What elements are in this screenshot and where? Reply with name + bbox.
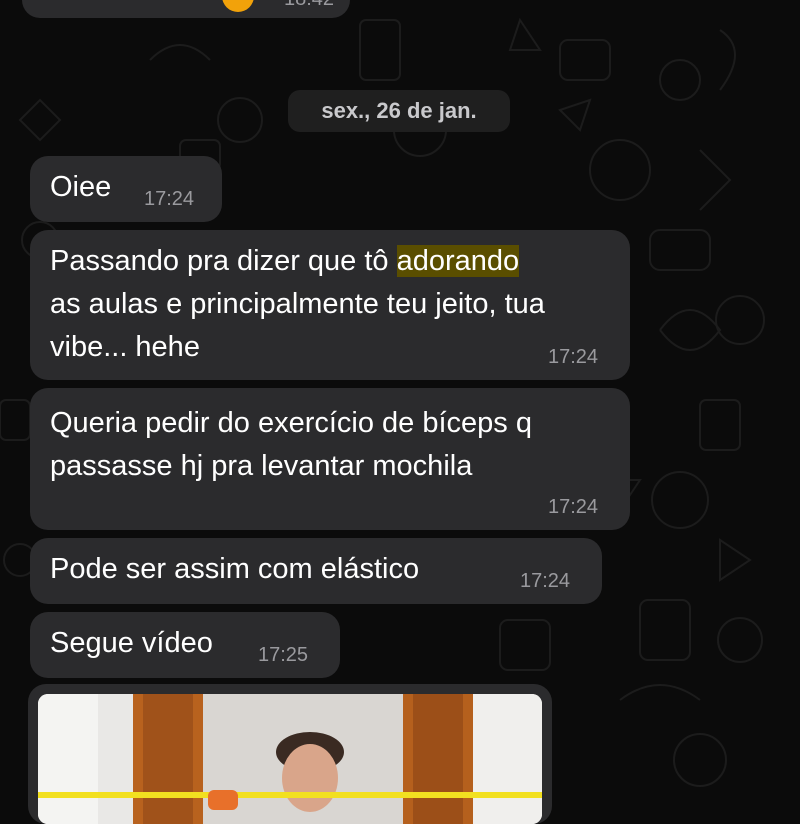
message-text: Passando pra dizer que tô adorando <box>50 240 520 283</box>
date-separator: sex., 26 de jan. <box>288 90 510 132</box>
search-highlight: adorando <box>396 245 520 277</box>
message-time: 17:25 <box>258 644 309 666</box>
message-time: 17:24 <box>548 346 599 368</box>
message-time: 17:24 <box>144 188 195 210</box>
message-text: Oiee <box>50 171 112 203</box>
message-text-segment: Passando pra dizer que tô <box>50 245 397 277</box>
emoji-icon <box>222 0 254 12</box>
message-bubble[interactable]: Oiee 17:24 <box>30 156 222 222</box>
message-text: Pode ser assim com elástico <box>50 553 420 585</box>
message-bubble[interactable]: Passando pra dizer que tô adorando as au… <box>30 230 630 380</box>
previous-message-bubble[interactable]: 18:42 <box>22 0 350 18</box>
message-text: Segue vídeo <box>50 627 213 659</box>
message-text-line: as aulas e principalmente teu jeito, tua <box>50 288 545 320</box>
message-bubble[interactable]: Pode ser assim com elástico 17:24 <box>30 538 602 604</box>
message-text-line: Queria pedir do exercício de bíceps q <box>50 407 532 439</box>
message-bubble[interactable]: Segue vídeo 17:25 <box>30 612 340 678</box>
message-time: 18:42 <box>284 0 334 11</box>
video-thumbnail-image <box>38 694 542 824</box>
message-text-line: passasse hj pra levantar mochila <box>50 450 473 482</box>
message-bubble[interactable]: Queria pedir do exercício de bíceps q pa… <box>30 388 630 530</box>
message-text-line: vibe... hehe <box>50 331 200 363</box>
message-time: 17:24 <box>520 570 571 592</box>
video-message[interactable] <box>28 684 552 824</box>
message-time: 17:24 <box>548 496 599 518</box>
video-thumbnail[interactable] <box>38 694 542 824</box>
